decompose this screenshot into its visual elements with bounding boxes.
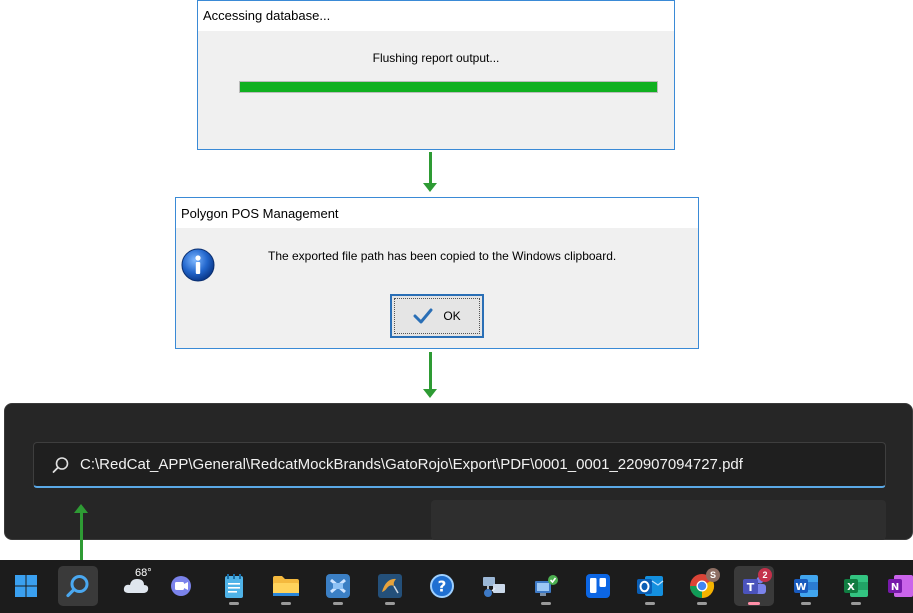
remote-desktop-button[interactable] <box>526 566 566 606</box>
search-icon <box>52 456 69 473</box>
weather-temperature: 68° <box>135 567 152 579</box>
information-icon <box>181 248 215 282</box>
excel-icon: X <box>844 575 868 597</box>
running-indicator <box>851 602 861 605</box>
help-button[interactable]: ? <box>422 566 462 606</box>
notepad-button[interactable] <box>214 566 254 606</box>
running-indicator <box>748 602 760 605</box>
running-indicator <box>229 602 239 605</box>
ok-button-label: OK <box>443 309 461 323</box>
progress-dialog: Accessing database... Flushing report ou… <box>197 0 675 150</box>
progress-dialog-title: Accessing database... <box>198 1 674 31</box>
app-button-1[interactable] <box>318 566 358 606</box>
svg-text:W: W <box>795 582 806 593</box>
chrome-profile-badge: S <box>706 568 720 582</box>
progress-message: Flushing report output... <box>372 51 500 65</box>
help-icon: ? <box>430 574 454 598</box>
search-taskbar-button[interactable] <box>58 566 98 606</box>
search-input[interactable]: C:\RedCat_APP\General\RedcatMockBrands\G… <box>33 442 886 488</box>
teams-chat-button[interactable] <box>162 566 202 606</box>
search-flyout: C:\RedCat_APP\General\RedcatMockBrands\G… <box>4 403 913 540</box>
remote-app-button[interactable] <box>474 566 514 606</box>
taskbar: 68° ? S T 2 W X N <box>0 560 913 613</box>
flow-arrow-down-icon <box>423 352 437 400</box>
outlook-button[interactable] <box>630 566 670 606</box>
network-icon <box>483 577 505 597</box>
running-indicator <box>645 602 655 605</box>
search-icon <box>66 575 89 598</box>
running-indicator <box>801 602 811 605</box>
svg-text:?: ? <box>438 578 447 596</box>
excel-button[interactable]: X <box>836 566 876 606</box>
word-icon: W <box>794 575 818 597</box>
onenote-button[interactable]: N <box>886 566 913 606</box>
ok-button[interactable]: OK <box>390 294 484 338</box>
windows-logo-icon <box>15 575 37 597</box>
search-results-placeholder <box>431 500 886 540</box>
notepad-icon <box>225 574 243 598</box>
running-indicator <box>281 602 291 605</box>
search-input-value: C:\RedCat_APP\General\RedcatMockBrands\G… <box>80 456 743 473</box>
onenote-icon: N <box>888 575 913 597</box>
folder-icon <box>273 576 299 596</box>
file-explorer-button[interactable] <box>266 566 306 606</box>
weather-widget[interactable]: 68° <box>113 566 159 606</box>
message-box-title: Polygon POS Management <box>176 198 698 228</box>
checkmark-icon <box>413 308 433 324</box>
running-indicator <box>697 602 707 605</box>
mysql-button[interactable] <box>370 566 410 606</box>
progress-bar-fill <box>240 82 657 92</box>
chrome-button[interactable]: S <box>682 566 722 606</box>
remote-desktop-icon <box>535 575 558 596</box>
running-indicator <box>385 602 395 605</box>
message-box-dialog: Polygon POS Management The exported file… <box>175 197 699 349</box>
svg-text:X: X <box>847 582 855 593</box>
teams-notification-badge: 2 <box>758 568 772 582</box>
svg-text:T: T <box>747 581 755 594</box>
word-button[interactable]: W <box>786 566 826 606</box>
video-chat-icon <box>171 576 191 596</box>
svg-text:N: N <box>891 582 899 593</box>
running-indicator <box>541 602 551 605</box>
trello-button[interactable] <box>578 566 618 606</box>
teams-button[interactable]: T 2 <box>734 566 774 606</box>
dolphin-icon <box>378 574 402 598</box>
pos-app-icon <box>326 574 350 598</box>
outlook-icon <box>637 576 664 596</box>
running-indicator <box>333 602 343 605</box>
progress-bar <box>239 81 658 93</box>
message-box-text: The exported file path has been copied t… <box>268 249 617 263</box>
flow-arrow-down-icon <box>423 152 437 194</box>
flow-arrow-up-icon <box>74 504 88 560</box>
trello-icon <box>586 574 610 598</box>
start-button[interactable] <box>6 566 46 606</box>
